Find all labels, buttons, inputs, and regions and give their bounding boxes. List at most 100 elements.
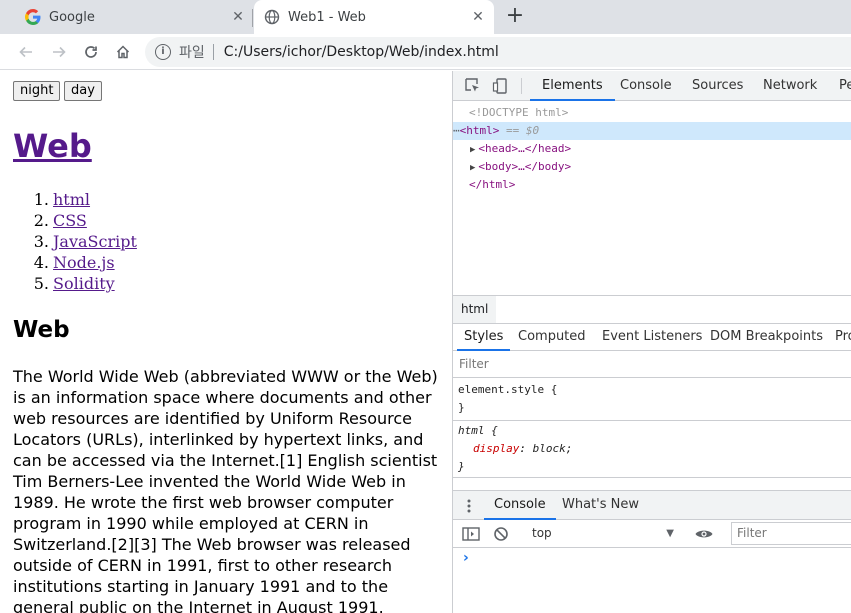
html-ua-rule[interactable]: html { display: block; }	[453, 421, 851, 478]
list-number: 3.	[33, 232, 49, 251]
list-item: 2. CSS	[13, 210, 137, 231]
tab-performance[interactable]: Pe	[829, 71, 851, 101]
body-tag: <body>…</body>	[478, 160, 572, 173]
context-value: top	[532, 526, 552, 540]
clear-console-icon[interactable]	[493, 526, 509, 542]
tab-sources[interactable]: Sources	[681, 71, 754, 101]
body-paragraph: The World Wide Web (abbreviated WWW or t…	[13, 367, 438, 613]
selected-marker: == $0	[506, 124, 540, 137]
css-property-name: display	[473, 442, 520, 455]
inspect-element-icon[interactable]	[463, 76, 483, 96]
close-icon[interactable]: ✕	[230, 9, 246, 25]
console-toolbar: top ▼ Filter	[453, 520, 851, 548]
link-nodejs[interactable]: Node.js	[53, 253, 115, 272]
css-declaration[interactable]: display: block;	[458, 440, 851, 458]
dom-node-html[interactable]: ⋯<html> == $0	[453, 122, 851, 140]
drawer-tab-whats-new[interactable]: What's New	[552, 491, 649, 520]
link-solidity[interactable]: Solidity	[53, 274, 115, 293]
back-arrow-icon[interactable]	[12, 38, 40, 66]
list-number: 1.	[33, 190, 49, 209]
topic-list: 1. html 2. CSS 3. JavaScript 4. Node.js 5. So…	[13, 189, 137, 294]
page-viewport: night day Web 1. html 2. CSS 3. JavaScript …	[0, 71, 452, 613]
close-icon[interactable]: ✕	[470, 9, 486, 25]
tab-console[interactable]: Console	[609, 71, 683, 101]
info-icon[interactable]: i	[155, 44, 171, 60]
head-tag: <head>…</head>	[478, 142, 572, 155]
tab-title: Google	[49, 9, 95, 25]
doctype-text: <!DOCTYPE html>	[469, 106, 569, 119]
link-javascript[interactable]: JavaScript	[53, 232, 137, 251]
console-prompt[interactable]: ›	[463, 550, 469, 566]
html-rule-selector: html {	[458, 424, 498, 437]
device-toolbar-icon[interactable]	[491, 76, 511, 96]
day-button[interactable]: day	[64, 81, 102, 101]
drawer-menu-icon[interactable]	[467, 498, 471, 513]
element-style-selector: element.style {	[458, 383, 558, 396]
address-bar[interactable]: i 파일 C:/Users/ichor/Desktop/Web/index.ht…	[145, 37, 851, 67]
styles-filter-input[interactable]: Filter	[453, 352, 851, 378]
section-heading: Web	[13, 317, 70, 343]
more-options-icon[interactable]: ⋯	[453, 124, 460, 137]
link-html[interactable]: html	[53, 190, 90, 209]
dom-node-html-close[interactable]: </html>	[453, 176, 851, 194]
link-css[interactable]: CSS	[53, 211, 87, 230]
toolbar-separator	[521, 78, 522, 94]
rule-close-brace: }	[458, 401, 465, 414]
context-selector[interactable]: top ▼	[526, 520, 678, 547]
tab-dom-breakpoints[interactable]: DOM Breakpoints	[702, 324, 831, 351]
night-button[interactable]: night	[13, 81, 61, 101]
list-number: 4.	[33, 253, 49, 272]
globe-icon	[264, 9, 280, 25]
drawer-tab-console[interactable]: Console	[484, 491, 556, 520]
tab-separator	[252, 9, 253, 27]
list-number: 2.	[33, 211, 49, 230]
tab-web1[interactable]: Web1 - Web ✕	[254, 0, 494, 34]
console-filter-input[interactable]: Filter	[731, 522, 851, 545]
breadcrumb-html[interactable]: html	[453, 296, 497, 323]
css-property-value: block;	[532, 442, 573, 455]
omnibox-divider	[212, 44, 214, 60]
browser-toolbar: i 파일 C:/Users/ichor/Desktop/Web/index.ht…	[0, 34, 851, 70]
google-icon	[25, 9, 41, 25]
reload-icon[interactable]	[77, 38, 105, 66]
devtools-tabbar: Elements Console Sources Network Pe	[453, 71, 851, 101]
new-tab-plus-icon[interactable]: +	[502, 4, 528, 30]
drawer-tabbar: Console What's New	[453, 490, 851, 520]
rule-close-brace: }	[458, 460, 465, 473]
list-number: 5.	[33, 274, 49, 293]
sidebar-toggle-icon[interactable]	[462, 526, 480, 542]
element-style-rule[interactable]: element.style { }	[453, 379, 851, 421]
tab-elements[interactable]: Elements	[530, 71, 615, 101]
tab-strip: Google ✕ Web1 - Web ✕ +	[0, 0, 851, 34]
page-title: Web	[13, 127, 92, 165]
list-item: 1. html	[13, 189, 137, 210]
expand-triangle-icon[interactable]: ▶	[470, 145, 475, 155]
dom-node-head[interactable]: ▶ <head>…</head>	[453, 140, 851, 158]
site-chip: 파일	[179, 45, 205, 61]
tab-title: Web1 - Web	[288, 9, 366, 25]
expand-triangle-icon[interactable]: ▶	[470, 163, 475, 173]
list-item: 4. Node.js	[13, 252, 137, 273]
tab-network[interactable]: Network	[752, 71, 828, 101]
breadcrumb: html	[453, 295, 851, 323]
tab-computed[interactable]: Computed	[511, 324, 593, 351]
title-link[interactable]: Web	[13, 127, 92, 165]
dropdown-arrow-icon: ▼	[666, 528, 674, 539]
html-open-tag: <html>	[459, 124, 500, 137]
tab-properties[interactable]: Pro	[828, 324, 851, 351]
list-item: 5. Solidity	[13, 273, 137, 294]
styles-tabbar: Styles Computed Event Listeners DOM Brea…	[453, 323, 851, 351]
tab-styles[interactable]: Styles	[457, 324, 511, 351]
html-close-tag: </html>	[469, 178, 516, 191]
tab-google[interactable]: Google ✕	[8, 0, 254, 34]
url-text[interactable]: C:/Users/ichor/Desktop/Web/index.html	[224, 44, 499, 60]
tab-event-listeners[interactable]: Event Listeners	[594, 324, 710, 351]
dom-node-doctype[interactable]: <!DOCTYPE html>	[453, 104, 851, 122]
eye-icon[interactable]	[694, 526, 714, 542]
devtools-panel: Elements Console Sources Network Pe <!DO…	[453, 71, 851, 613]
home-icon[interactable]	[109, 38, 137, 66]
forward-arrow-icon[interactable]	[45, 38, 73, 66]
dom-node-body[interactable]: ▶ <body>…</body>	[453, 158, 851, 176]
dom-tree: <!DOCTYPE html> ⋯<html> == $0 ▶ <head>…</…	[453, 102, 851, 295]
list-item: 3. JavaScript	[13, 231, 137, 252]
